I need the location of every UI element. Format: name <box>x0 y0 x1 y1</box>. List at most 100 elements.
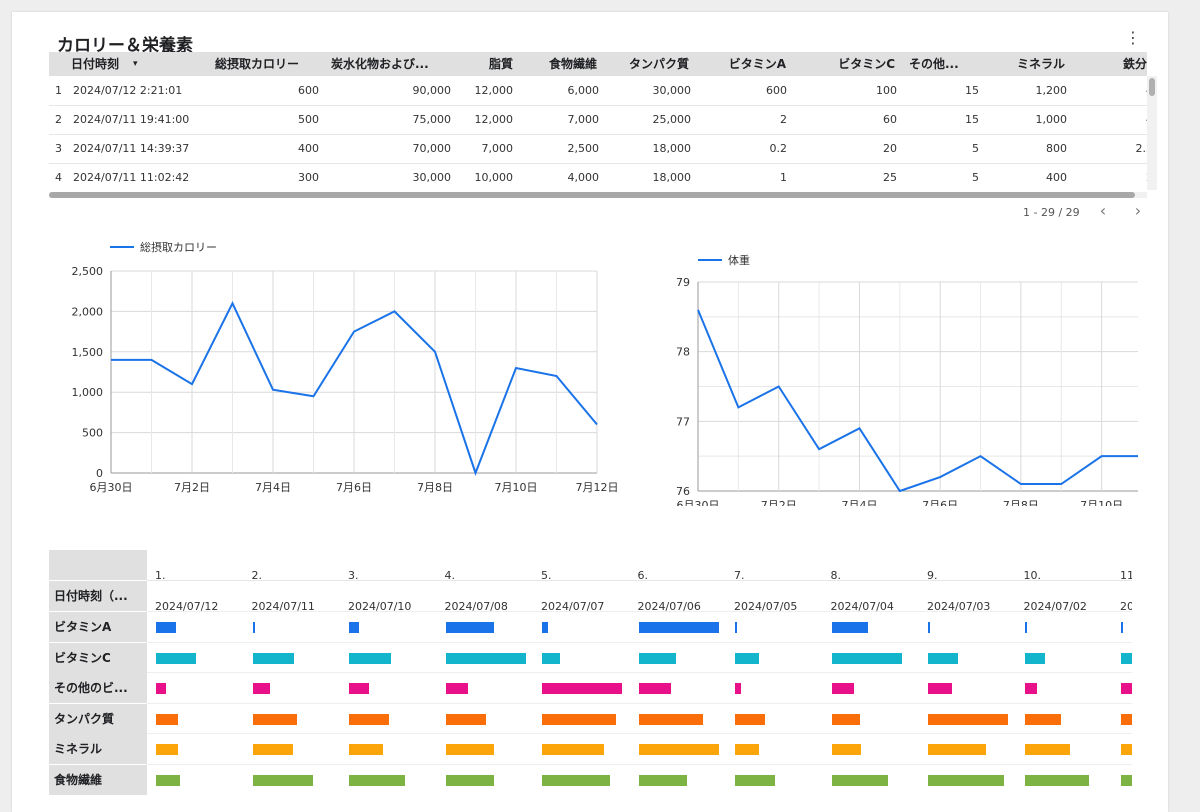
column-header-datetime[interactable]: 日付時刻 <box>71 52 131 76</box>
bar[interactable] <box>1121 683 1132 694</box>
bar[interactable] <box>1121 744 1132 755</box>
scrollbar-thumb[interactable] <box>1149 78 1155 96</box>
bar[interactable] <box>252 713 297 725</box>
bar[interactable] <box>638 652 677 664</box>
bar[interactable] <box>735 622 737 633</box>
column-header-iron[interactable]: 鉄分 <box>1099 52 1147 76</box>
more-options-icon[interactable]: ⋮ <box>1125 28 1141 47</box>
bar[interactable] <box>349 744 383 755</box>
bar[interactable] <box>445 744 494 755</box>
data-point[interactable] <box>978 453 984 459</box>
data-point[interactable] <box>1058 481 1064 487</box>
bar[interactable] <box>349 622 359 633</box>
bar[interactable] <box>928 744 987 755</box>
table-row[interactable]: 3 2024/07/11 14:39:37 400 70,000 7,000 2,500 1… <box>49 134 1147 164</box>
data-point[interactable] <box>351 329 357 335</box>
bar[interactable] <box>928 713 1008 725</box>
column-header-other-vitamins[interactable]: その他... <box>909 52 969 76</box>
data-point[interactable] <box>392 308 398 314</box>
next-page-icon[interactable]: › <box>1131 201 1145 220</box>
bar[interactable] <box>1121 622 1123 633</box>
bar[interactable] <box>349 652 392 664</box>
data-point[interactable] <box>1018 481 1024 487</box>
data-point[interactable] <box>473 470 479 476</box>
bar[interactable] <box>638 622 719 633</box>
data-point[interactable] <box>856 425 862 431</box>
bar[interactable] <box>1121 652 1132 664</box>
previous-page-icon[interactable]: ‹ <box>1096 201 1110 220</box>
bar[interactable] <box>735 683 741 694</box>
bar[interactable] <box>928 683 952 694</box>
bar[interactable] <box>156 622 176 633</box>
bar[interactable] <box>542 713 617 725</box>
column-header-calories[interactable]: 総摂取カロリー <box>215 52 319 76</box>
bar[interactable] <box>445 683 468 694</box>
bar[interactable] <box>928 622 930 633</box>
bar[interactable] <box>638 744 719 755</box>
bar[interactable] <box>156 652 196 664</box>
bar[interactable] <box>542 683 622 694</box>
bar[interactable] <box>638 683 671 694</box>
data-point[interactable] <box>189 381 195 387</box>
bar[interactable] <box>542 652 560 664</box>
data-point[interactable] <box>816 446 822 452</box>
column-header-vitamin-c[interactable]: ビタミンC <box>819 52 895 76</box>
bar[interactable] <box>542 744 605 755</box>
data-point[interactable] <box>594 422 600 428</box>
bar[interactable] <box>252 683 271 694</box>
table-horizontal-scrollbar[interactable] <box>49 192 1147 198</box>
column-header-vitamin-a[interactable]: ビタミンA <box>711 52 786 76</box>
data-point[interactable] <box>230 300 236 306</box>
bar[interactable] <box>445 622 494 633</box>
bar[interactable] <box>1024 744 1071 755</box>
data-point[interactable] <box>554 373 560 379</box>
sort-desc-icon[interactable]: ▾ <box>133 52 145 76</box>
table-row[interactable]: 2 2024/07/11 19:41:00 500 75,000 12,000 7,000… <box>49 105 1147 135</box>
bar[interactable] <box>349 713 389 725</box>
data-point[interactable] <box>311 393 317 399</box>
table-row[interactable]: 1 2024/07/12 2:21:01 600 90,000 12,000 6,000 3… <box>49 76 1147 106</box>
bar[interactable] <box>831 744 862 755</box>
data-point[interactable] <box>432 349 438 355</box>
column-header-minerals[interactable]: ミネラル <box>999 52 1065 76</box>
bar[interactable] <box>1024 713 1061 725</box>
bar[interactable] <box>831 622 868 633</box>
bar[interactable] <box>1121 713 1132 725</box>
bar[interactable] <box>252 622 255 633</box>
column-header-protein[interactable]: タンパク質 <box>609 52 689 76</box>
bar[interactable] <box>252 744 293 755</box>
bar[interactable] <box>831 652 902 664</box>
bar[interactable] <box>735 744 759 755</box>
scrollbar-thumb[interactable] <box>49 192 1135 198</box>
data-point[interactable] <box>513 365 519 371</box>
bar[interactable] <box>445 713 486 725</box>
column-header-fiber[interactable]: 食物繊維 <box>537 52 597 76</box>
bar[interactable] <box>1024 683 1037 694</box>
data-point[interactable] <box>897 488 903 494</box>
bar[interactable] <box>156 713 178 725</box>
bar[interactable] <box>252 652 295 664</box>
table-vertical-scrollbar[interactable] <box>1147 76 1157 190</box>
data-point[interactable] <box>1099 453 1105 459</box>
series-line[interactable] <box>697 309 1138 493</box>
column-header-carbs[interactable]: 炭水化物および... <box>331 52 443 76</box>
column-header-fat[interactable]: 脂質 <box>463 52 513 76</box>
bar[interactable] <box>735 713 765 725</box>
bar[interactable] <box>1024 622 1027 633</box>
data-point[interactable] <box>695 307 701 313</box>
bar[interactable] <box>831 713 860 725</box>
bar[interactable] <box>638 713 703 725</box>
data-point[interactable] <box>270 387 276 393</box>
bar[interactable] <box>831 683 854 694</box>
data-point[interactable] <box>108 357 114 363</box>
data-point[interactable] <box>776 384 782 390</box>
data-point[interactable] <box>937 474 943 480</box>
bar[interactable] <box>349 683 369 694</box>
bar[interactable] <box>445 652 526 664</box>
bar[interactable] <box>1024 652 1045 664</box>
data-point[interactable] <box>735 404 741 410</box>
bar[interactable] <box>928 652 958 664</box>
table-row[interactable]: 4 2024/07/11 11:02:42 300 30,000 10,000 4,000… <box>49 163 1147 193</box>
bar[interactable] <box>156 683 167 694</box>
bar[interactable] <box>156 744 178 755</box>
